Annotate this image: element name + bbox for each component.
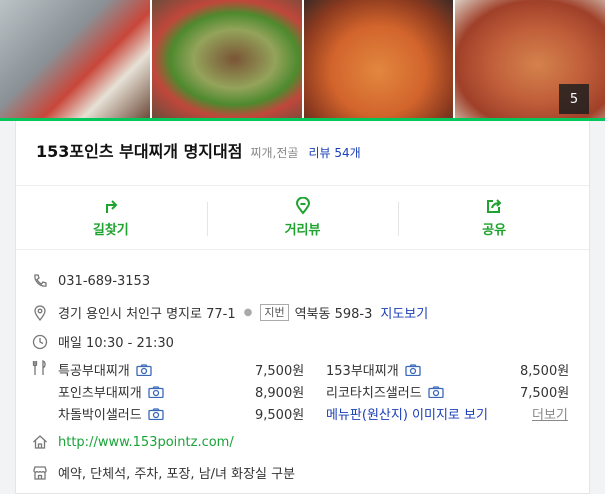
action-bar: 길찾기 거리뷰 공유	[15, 185, 590, 250]
photo-1[interactable]	[0, 0, 150, 118]
street-view-icon	[295, 197, 310, 215]
home-icon	[32, 434, 48, 450]
photo-3[interactable]	[303, 0, 454, 118]
street-view-label: 거리뷰	[284, 223, 321, 238]
menu-item[interactable]: 차돌박이샐러드	[58, 404, 164, 423]
review-count-link[interactable]: 리뷰 54개	[308, 144, 360, 161]
phone-icon	[32, 273, 48, 289]
location-pin-icon	[32, 304, 48, 321]
menu-item-price: 9,500원	[255, 408, 305, 423]
camera-icon[interactable]	[428, 385, 444, 398]
menu-item-name: 특공부대찌개	[58, 364, 130, 379]
address-row: 경기 용인시 처인구 명지로 77-1 ● 지번 역북동 598-3 지도보기	[32, 303, 428, 322]
hours-row: 매일 10:30 - 21:30	[32, 332, 174, 351]
road-address: 경기 용인시 처인구 명지로 77-1	[58, 307, 236, 322]
place-title[interactable]: 153포인츠 부대찌개 명지대점	[36, 138, 242, 162]
clock-icon	[32, 334, 48, 350]
phone-number[interactable]: 031-689-3153	[58, 274, 150, 289]
menu-item-price: 8,900원	[255, 386, 305, 401]
menu-more-link[interactable]: 더보기	[532, 404, 568, 423]
street-view-button[interactable]: 거리뷰	[206, 186, 399, 249]
address-separator: ●	[243, 307, 253, 318]
menu-item[interactable]: 포인츠부대찌개	[58, 382, 164, 401]
jibun-address: 역북동 598-3	[294, 307, 373, 322]
camera-icon[interactable]	[148, 407, 164, 420]
menu-photo-link[interactable]: 메뉴판(원산지) 이미지로 보기	[326, 404, 488, 423]
directions-label: 길찾기	[92, 223, 129, 238]
menu-item-name: 차돌박이샐러드	[58, 408, 142, 423]
place-category: 찌개,전골	[250, 146, 299, 160]
photo-4[interactable]: 5	[455, 0, 605, 118]
camera-icon[interactable]	[405, 363, 421, 376]
amenities-row: 예약, 단체석, 주차, 포장, 남/녀 화장실 구분	[32, 463, 295, 482]
store-icon	[32, 465, 48, 481]
menu-item[interactable]: 특공부대찌개	[58, 360, 152, 379]
homepage-link[interactable]: http://www.153pointz.com/	[58, 435, 234, 450]
place-header: 153포인츠 부대찌개 명지대점 찌개,전골 리뷰 54개	[36, 138, 361, 162]
camera-icon[interactable]	[136, 363, 152, 376]
homepage-row: http://www.153pointz.com/	[32, 434, 234, 450]
photo-strip: 5	[0, 0, 605, 118]
menu-item-price: 7,500원	[255, 364, 305, 379]
menu-item-name: 포인츠부대찌개	[58, 386, 142, 401]
amenities-text: 예약, 단체석, 주차, 포장, 남/녀 화장실 구분	[58, 467, 296, 482]
camera-icon[interactable]	[148, 385, 164, 398]
menu-item-price: 7,500원	[520, 386, 570, 401]
menu-item-name: 153부대찌개	[326, 364, 399, 379]
accent-divider	[0, 118, 605, 121]
photo-count-badge[interactable]: 5	[559, 84, 589, 114]
directions-button[interactable]: 길찾기	[15, 186, 207, 249]
menu-item-name: 리코타치즈샐러드	[326, 386, 422, 401]
share-button[interactable]: 공유	[398, 186, 590, 249]
business-hours: 매일 10:30 - 21:30	[58, 336, 174, 351]
share-label: 공유	[482, 223, 507, 238]
share-icon	[487, 199, 502, 213]
phone-row: 031-689-3153	[32, 273, 150, 289]
menu-icon	[32, 360, 48, 376]
menu-item[interactable]: 리코타치즈샐러드	[326, 382, 444, 401]
jibun-tag: 지번	[260, 304, 289, 321]
directions-icon	[105, 200, 118, 213]
menu-item-price: 8,500원	[520, 364, 570, 379]
map-link[interactable]: 지도보기	[380, 303, 428, 322]
photo-2[interactable]	[151, 0, 302, 118]
menu-item[interactable]: 153부대찌개	[326, 360, 421, 379]
